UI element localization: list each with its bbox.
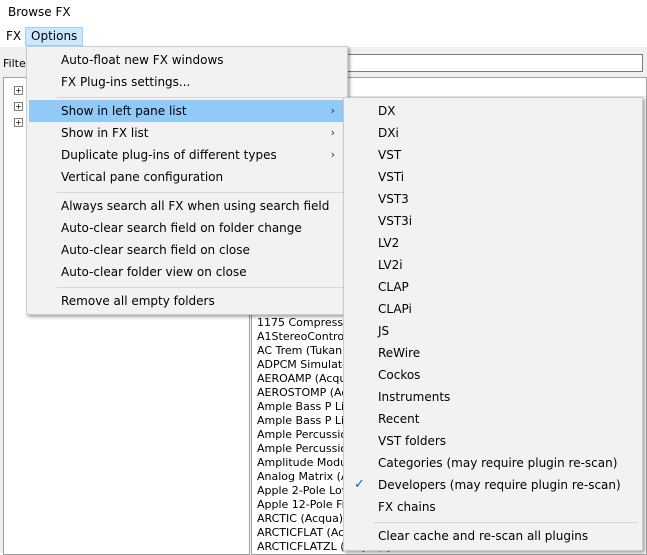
submenu-item[interactable]: VST3i: [346, 210, 640, 232]
submenu-item[interactable]: ReWire: [346, 342, 640, 364]
fx-list-row[interactable]: AEROSTOMP (Ac: [257, 386, 347, 400]
submenu-item-label: Categories (may require plugin re-scan): [378, 456, 618, 470]
menu-separator: [57, 287, 343, 288]
submenu-item-label: DXi: [378, 126, 399, 140]
tree-expand-icon[interactable]: +: [14, 86, 23, 95]
menu-item-show-in-left-pane[interactable]: Show in left pane list ›: [29, 100, 345, 122]
submenu-item[interactable]: CLAP: [346, 276, 640, 298]
fx-list-row[interactable]: AEROAMP (Acqua: [257, 372, 353, 386]
submenu-arrow-icon: ›: [330, 148, 335, 161]
submenu-item[interactable]: Cockos: [346, 364, 640, 386]
submenu-item-label: LV2i: [378, 258, 403, 272]
fx-list-row[interactable]: AC Trem (Tukan): [257, 344, 346, 358]
menu-separator: [57, 192, 343, 193]
submenu-item-label: Cockos: [378, 368, 421, 382]
menu-separator: [57, 97, 343, 98]
menu-item-show-in-fx-list[interactable]: Show in FX list ›: [29, 122, 345, 144]
submenu-item-label: VST3i: [378, 214, 413, 228]
submenu-item-label: VST folders: [378, 434, 447, 448]
fx-list-row[interactable]: 1175 Compressor: [257, 316, 354, 330]
submenu-item[interactable]: DX: [346, 100, 640, 122]
submenu-item[interactable]: Instruments: [346, 386, 640, 408]
submenu-arrow-icon: ›: [330, 104, 335, 117]
title-bar: Browse FX: [0, 0, 647, 26]
filter-input[interactable]: [345, 54, 643, 72]
submenu-item-label: LV2: [378, 236, 400, 250]
tree-expand-icon[interactable]: +: [14, 118, 23, 127]
menu-fx[interactable]: FX: [1, 28, 26, 45]
submenu-item[interactable]: Categories (may require plugin re-scan): [346, 452, 640, 474]
submenu-item-label: Developers (may require plugin re-scan): [378, 478, 621, 492]
menu-item-autoclear-folder-close[interactable]: Auto-clear folder view on close: [29, 261, 345, 283]
submenu-item[interactable]: CLAPi: [346, 298, 640, 320]
tree-expand-icon[interactable]: +: [14, 102, 23, 111]
menu-separator: [374, 522, 638, 523]
submenu-item-label: CLAPi: [378, 302, 412, 316]
menu-item-auto-float[interactable]: Auto-float new FX windows: [29, 49, 345, 71]
submenu-item-label: Instruments: [378, 390, 451, 404]
submenu-item[interactable]: VSTi: [346, 166, 640, 188]
fx-list-row[interactable]: Ample Percussion: [257, 442, 354, 456]
menu-item-always-search-all[interactable]: Always search all FX when using search f…: [29, 195, 345, 217]
submenu-item-label: VST: [378, 148, 402, 162]
submenu-item[interactable]: DXi: [346, 122, 640, 144]
submenu-item-label: Clear cache and re-scan all plugins: [378, 529, 589, 543]
submenu-item-label: DX: [378, 104, 396, 118]
submenu-item[interactable]: FX chains: [346, 496, 640, 518]
submenu-item[interactable]: ✓ Developers (may require plugin re-scan): [346, 474, 640, 496]
submenu-item[interactable]: VST: [346, 144, 640, 166]
fx-list-row[interactable]: Ample Bass P Lite: [257, 414, 355, 428]
menu-item-autoclear-search-close[interactable]: Auto-clear search field on close: [29, 239, 345, 261]
menu-item-fx-plugins-settings[interactable]: FX Plug-ins settings...: [29, 71, 345, 93]
menu-options[interactable]: Options: [25, 27, 84, 46]
submenu-item-label: Recent: [378, 412, 420, 426]
submenu-item-label: FX chains: [378, 500, 436, 514]
submenu-item[interactable]: Clear cache and re-scan all plugins: [346, 525, 640, 547]
menu-item-duplicate-plugins[interactable]: Duplicate plug-ins of different types ›: [29, 144, 345, 166]
submenu-item-label: JS: [378, 324, 390, 338]
submenu-item[interactable]: LV2: [346, 232, 640, 254]
options-menu: Auto-float new FX windows FX Plug-ins se…: [26, 46, 348, 315]
menu-item-vertical-pane[interactable]: Vertical pane configuration: [29, 166, 345, 188]
submenu-item-label: VSTi: [378, 170, 405, 184]
submenu-item[interactable]: JS: [346, 320, 640, 342]
left-pane-submenu: DX DXi VST VSTi VST3 VST3i LV2 LV2i CLAP CLAPi JS R…: [343, 97, 643, 551]
submenu-item-label: VST3: [378, 192, 409, 206]
window-title: Browse FX: [8, 5, 71, 19]
submenu-item-label: ReWire: [378, 346, 421, 360]
submenu-item[interactable]: VST folders: [346, 430, 640, 452]
fx-list-row[interactable]: Ample Percussion: [257, 428, 354, 442]
fx-list-row[interactable]: ARCTIC (Acqua): [257, 512, 343, 526]
submenu-item-label: CLAP: [378, 280, 409, 294]
menu-item-autoclear-folder-change[interactable]: Auto-clear search field on folder change: [29, 217, 345, 239]
submenu-item[interactable]: LV2i: [346, 254, 640, 276]
fx-list-row[interactable]: ARCTICFLAT (Acc: [257, 526, 350, 540]
check-icon: ✓: [354, 477, 365, 492]
fx-list-row[interactable]: Ample Bass P Lite: [257, 400, 355, 414]
menu-item-remove-empty-folders[interactable]: Remove all empty folders: [29, 290, 345, 312]
submenu-item[interactable]: VST3: [346, 188, 640, 210]
submenu-item[interactable]: Recent: [346, 408, 640, 430]
menu-bar: FX Options: [0, 26, 647, 47]
submenu-arrow-icon: ›: [330, 126, 335, 139]
fx-list-row[interactable]: ADPCM Simulator: [257, 358, 353, 372]
